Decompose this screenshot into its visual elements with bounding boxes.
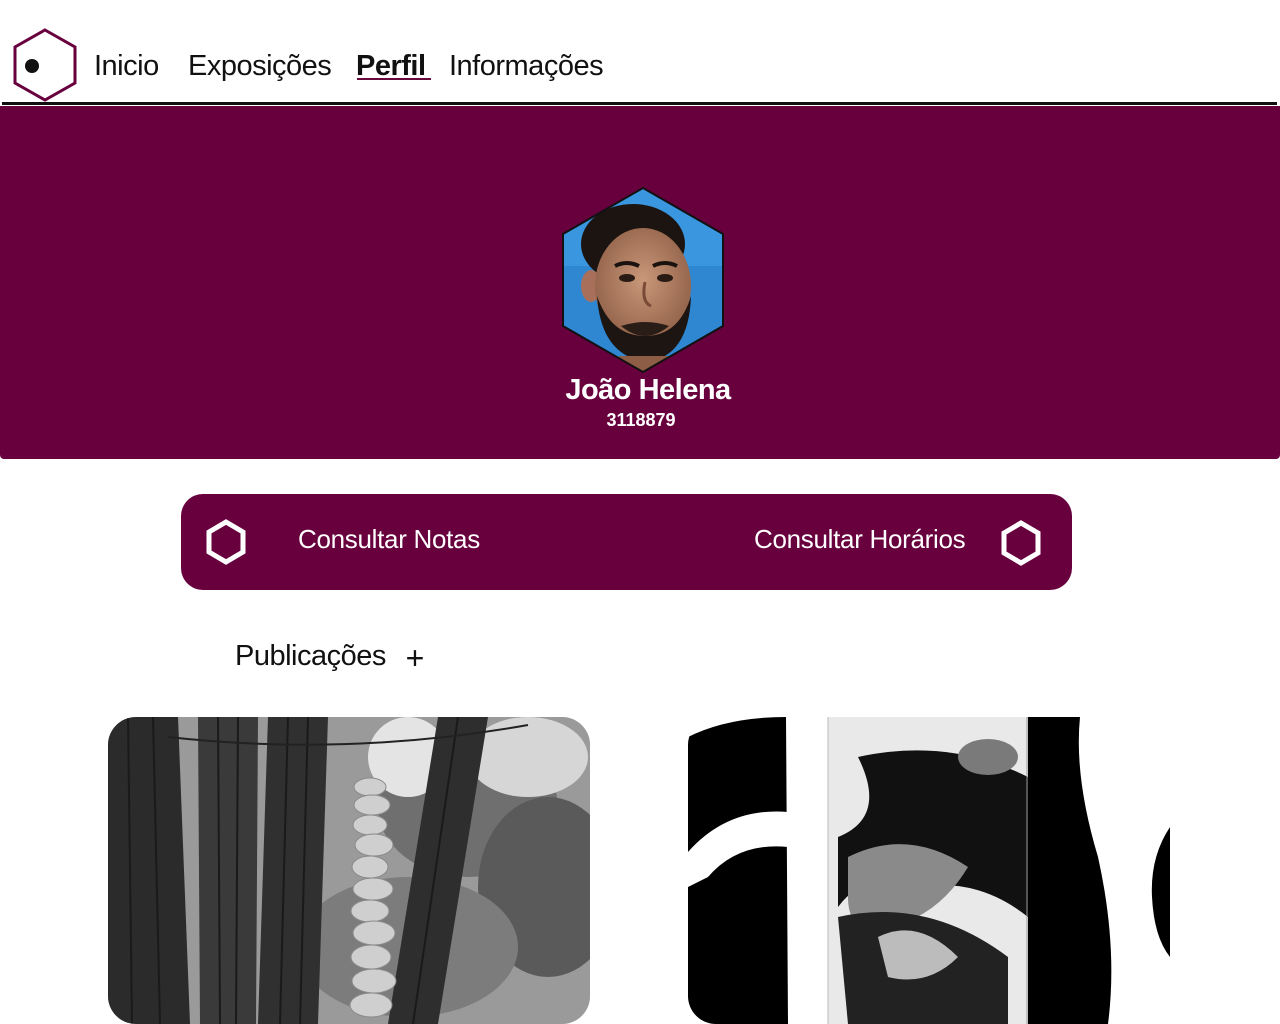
user-id-number: 3118879 (606, 410, 676, 430)
hexagon-outline-icon (206, 519, 246, 565)
nav-link-exposicoes[interactable]: Exposições (188, 46, 332, 86)
consultar-notas-label: Consultar Notas (298, 524, 480, 554)
profile-banner: João Helena 3118879 (0, 106, 1280, 459)
consultar-notas-button[interactable]: Consultar Notas (181, 494, 541, 590)
nav-divider (2, 102, 1277, 105)
hexagon-outline-icon (1001, 520, 1041, 566)
user-name: João Helena (565, 374, 731, 406)
academic-actions-bar: Consultar Notas Consultar Horários (181, 494, 1072, 590)
consultar-horarios-label: Consultar Horários (754, 524, 966, 554)
publications-heading: Publicações (235, 640, 386, 672)
active-tab-underline (357, 78, 431, 80)
consultar-horarios-button[interactable]: Consultar Horários (721, 494, 1072, 590)
publication-card[interactable] (108, 717, 590, 1024)
nav-link-informacoes[interactable]: Informações (449, 46, 604, 86)
publication-card[interactable] (688, 717, 1170, 1024)
tree-stone-stack-photo (108, 717, 590, 1024)
profile-avatar[interactable] (561, 186, 725, 374)
nav-link-perfil[interactable]: Perfil (356, 46, 426, 86)
nav-link-inicio[interactable]: Inicio (94, 46, 159, 86)
hexagon-dot-logo-icon[interactable] (12, 28, 78, 102)
abstract-black-white-art (688, 717, 1170, 1024)
add-publication-button[interactable]: + (402, 638, 428, 678)
top-navigation: Inicio Exposições Perfil Informações (0, 0, 1280, 106)
